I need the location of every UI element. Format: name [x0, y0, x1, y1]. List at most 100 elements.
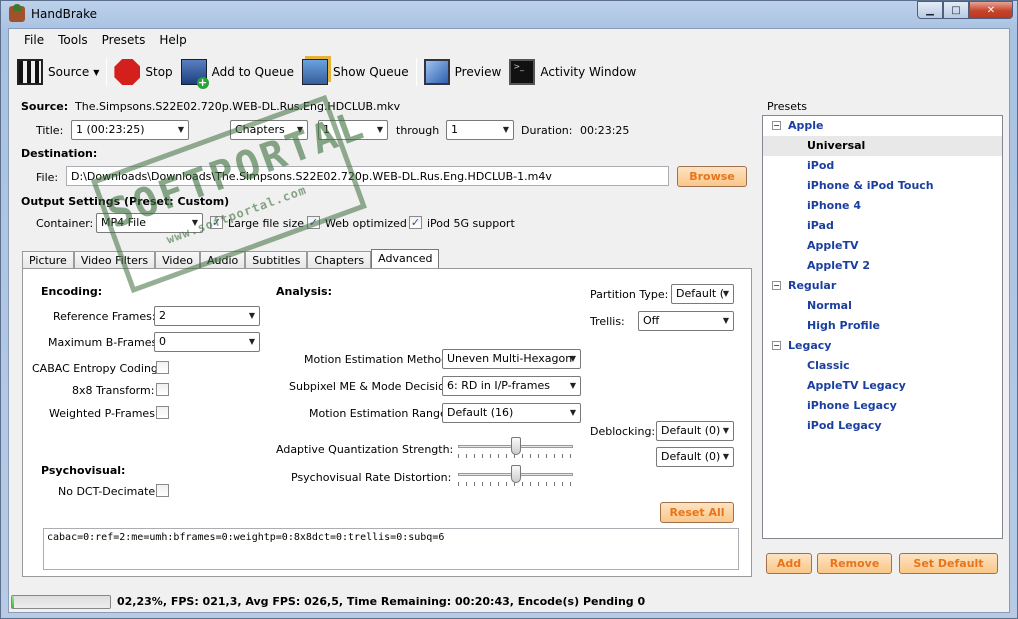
- preset-item[interactable]: AppleTV Legacy: [763, 376, 1002, 396]
- max-bframes-select[interactable]: 0: [154, 332, 260, 352]
- preset-item-label: Normal: [807, 299, 852, 312]
- preset-group-regular[interactable]: − Regular: [763, 276, 1002, 296]
- preset-item[interactable]: iPad: [763, 216, 1002, 236]
- x264-option-string[interactable]: cabac=0:ref=2:me=umh:bframes=0:weightp=0…: [43, 528, 739, 570]
- container-label: Container:: [36, 217, 94, 230]
- duration-value: 00:23:25: [580, 124, 630, 137]
- preset-item[interactable]: Classic: [763, 356, 1002, 376]
- me-range-select[interactable]: Default (16): [442, 403, 581, 423]
- preset-item[interactable]: iPod: [763, 156, 1002, 176]
- menu-bar: File Tools Presets Help: [9, 29, 1009, 51]
- maximize-icon[interactable]: □: [943, 1, 969, 19]
- menu-tools[interactable]: Tools: [51, 29, 95, 51]
- transform-checkbox[interactable]: [156, 383, 169, 396]
- presets-tree: − Apple Universal iPod iPhone & iPod Touch iP…: [762, 115, 1003, 539]
- no-dct-checkbox[interactable]: [156, 484, 169, 497]
- encoding-heading: Encoding:: [41, 285, 103, 298]
- preset-item[interactable]: iPhone 4: [763, 196, 1002, 216]
- preview-label: Preview: [454, 65, 502, 79]
- set-default-preset-button[interactable]: Set Default: [899, 553, 998, 574]
- preset-item[interactable]: Universal: [763, 136, 1002, 156]
- minimize-icon[interactable]: ▁: [917, 1, 943, 19]
- menu-presets[interactable]: Presets: [95, 29, 153, 51]
- activity-window-label: Activity Window: [540, 65, 637, 79]
- psy-rd-slider[interactable]: [458, 465, 573, 487]
- add-queue-icon: [180, 59, 209, 89]
- reset-all-button[interactable]: Reset All: [660, 502, 734, 523]
- preset-group-label: Legacy: [788, 339, 832, 352]
- menu-file[interactable]: File: [17, 29, 51, 51]
- preset-item-label: iPad: [807, 219, 834, 232]
- psy-rd-label: Psychovisual Rate Distortion:: [291, 471, 452, 484]
- presets-heading: Presets: [767, 100, 808, 113]
- preset-item[interactable]: AppleTV 2: [763, 256, 1002, 276]
- slider-thumb[interactable]: [510, 465, 521, 483]
- preset-group-legacy[interactable]: − Legacy: [763, 336, 1002, 356]
- weighted-label: Weighted P-Frames:: [49, 407, 159, 420]
- duration-label: Duration:: [521, 124, 573, 137]
- preset-item[interactable]: High Profile: [763, 316, 1002, 336]
- aq-strength-label: Adaptive Quantization Strength:: [276, 443, 454, 456]
- trellis-label: Trellis:: [590, 315, 625, 328]
- me-range-label: Motion Estimation Range:: [309, 407, 451, 420]
- close-icon[interactable]: ✕: [969, 1, 1013, 19]
- title-bar[interactable]: HandBrake ▁ □ ✕: [1, 1, 1017, 27]
- ref-frames-select[interactable]: 2: [154, 306, 260, 326]
- add-to-queue-button[interactable]: Add to Queue: [177, 56, 298, 89]
- collapse-icon[interactable]: −: [772, 281, 781, 290]
- deblocking-threshold-select[interactable]: Default (0): [656, 447, 734, 467]
- weighted-checkbox[interactable]: [156, 406, 169, 419]
- deblocking-strength-select[interactable]: Default (0): [656, 421, 734, 441]
- destination-heading: Destination:: [21, 147, 98, 160]
- status-text: 02,23%, FPS: 021,3, Avg FPS: 026,5, Time…: [117, 595, 646, 608]
- aq-strength-slider[interactable]: [458, 437, 573, 459]
- analysis-heading: Analysis:: [276, 285, 332, 298]
- source-label: Source: [48, 65, 90, 79]
- show-queue-label: Show Queue: [333, 65, 409, 79]
- add-to-queue-label: Add to Queue: [211, 65, 294, 79]
- stop-label: Stop: [145, 65, 173, 79]
- preset-item-label: High Profile: [807, 319, 880, 332]
- stop-button[interactable]: Stop: [110, 56, 176, 88]
- preset-item[interactable]: iPhone Legacy: [763, 396, 1002, 416]
- preview-icon: [423, 59, 450, 85]
- slider-thumb[interactable]: [510, 437, 521, 455]
- preset-item[interactable]: iPod Legacy: [763, 416, 1002, 436]
- progress-fill: [12, 596, 15, 608]
- window-title: HandBrake: [31, 7, 98, 21]
- source-button[interactable]: Source ▼: [13, 56, 103, 88]
- menu-help[interactable]: Help: [152, 29, 193, 51]
- toolbar-separator: [415, 58, 417, 86]
- activity-window-button[interactable]: Activity Window: [505, 56, 640, 88]
- browse-button[interactable]: Browse: [677, 166, 747, 187]
- title-select[interactable]: 1 (00:23:25): [71, 120, 189, 140]
- trellis-select[interactable]: Off: [638, 311, 734, 331]
- cabac-label: CABAC Entropy Coding:: [32, 362, 162, 375]
- preset-item-label: AppleTV 2: [807, 259, 870, 272]
- preset-item[interactable]: Normal: [763, 296, 1002, 316]
- cabac-checkbox[interactable]: [156, 361, 169, 374]
- preset-item[interactable]: iPhone & iPod Touch: [763, 176, 1002, 196]
- preset-group-label: Apple: [788, 119, 824, 132]
- status-bar: 02,23%, FPS: 021,3, Avg FPS: 026,5, Time…: [9, 592, 1009, 612]
- chapter-end-select[interactable]: 1: [446, 120, 514, 140]
- preset-item-label: iPhone 4: [807, 199, 861, 212]
- remove-preset-button[interactable]: Remove: [817, 553, 892, 574]
- preview-button[interactable]: Preview: [420, 56, 506, 88]
- chevron-down-icon: ▼: [93, 67, 100, 77]
- partition-type-select[interactable]: Default (: [671, 284, 734, 304]
- me-method-select[interactable]: Uneven Multi-Hexagon: [442, 349, 581, 369]
- no-dct-label: No DCT-Decimate:: [58, 485, 159, 498]
- advanced-tab-panel: Encoding: Reference Frames: 2 Maximum B-…: [22, 268, 752, 577]
- preset-item[interactable]: AppleTV: [763, 236, 1002, 256]
- subpixel-label: Subpixel ME & Mode Decision:: [289, 380, 456, 393]
- ipod-5g-checkbox[interactable]: ✓: [409, 216, 422, 229]
- collapse-icon[interactable]: −: [772, 341, 781, 350]
- subpixel-select[interactable]: 6: RD in I/P-frames: [442, 376, 581, 396]
- add-preset-button[interactable]: Add: [766, 553, 812, 574]
- tab-advanced[interactable]: Advanced: [371, 249, 440, 270]
- preset-group-apple[interactable]: − Apple: [763, 116, 1002, 136]
- collapse-icon[interactable]: −: [772, 121, 781, 130]
- preset-item-label: Universal: [807, 139, 866, 152]
- show-queue-button[interactable]: Show Queue: [298, 56, 413, 88]
